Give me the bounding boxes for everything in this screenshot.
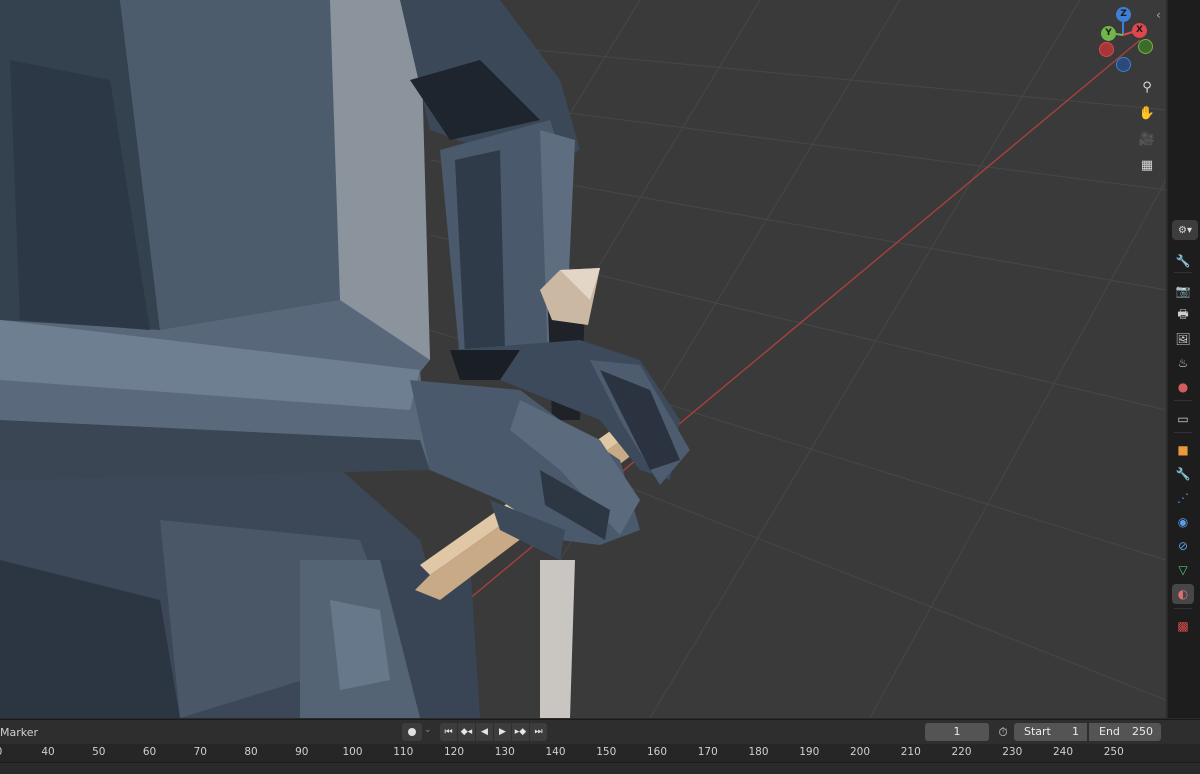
- ruler-tick-190: 190: [799, 746, 820, 758]
- ruler-tick-220: 220: [951, 746, 972, 758]
- timeline-area[interactable]: [0, 763, 1200, 774]
- prev-keyframe-icon[interactable]: ◆◂: [458, 723, 475, 741]
- perspective-grid-icon[interactable]: ▦: [1136, 154, 1158, 176]
- world-tab-icon[interactable]: ●: [1172, 377, 1194, 397]
- play-reverse-icon[interactable]: ◀: [476, 723, 493, 741]
- ruler-tick-200: 200: [849, 746, 871, 758]
- preview-range-icon[interactable]: ⏱: [994, 723, 1012, 741]
- gizmo-neg-z[interactable]: [1116, 57, 1131, 72]
- ruler-tick-40: 40: [41, 746, 55, 758]
- gizmo-neg-x[interactable]: [1099, 42, 1114, 57]
- collection-tab-icon[interactable]: ▭: [1172, 409, 1194, 429]
- start-frame-field[interactable]: Start 1: [1014, 723, 1087, 741]
- ruler-tick-70: 70: [193, 746, 207, 758]
- ruler-tick-80: 80: [244, 746, 258, 758]
- ruler-tick-170: 170: [697, 746, 718, 758]
- ruler-tick-partial: 0: [0, 746, 2, 758]
- gizmo-y-axis[interactable]: Y: [1101, 26, 1116, 41]
- start-label: Start: [1024, 725, 1051, 738]
- jump-start-icon[interactable]: ⏮: [440, 723, 457, 741]
- next-keyframe-icon[interactable]: ▸◆: [512, 723, 529, 741]
- gizmo-neg-y[interactable]: [1138, 39, 1153, 54]
- end-label: End: [1099, 725, 1120, 738]
- render-tab-icon[interactable]: 📷: [1172, 281, 1194, 301]
- start-value: 1: [1072, 725, 1079, 738]
- ruler-tick-240: 240: [1052, 746, 1074, 758]
- hand-pan-icon[interactable]: ✋: [1136, 102, 1158, 124]
- view-layer-tab-icon[interactable]: 🖼: [1172, 329, 1194, 349]
- tab-separator: [1174, 272, 1192, 273]
- ruler-tick-120: 120: [443, 746, 465, 758]
- data-tab-icon[interactable]: ▽: [1172, 560, 1194, 580]
- record-icon: [408, 728, 416, 736]
- ruler-tick-210: 210: [900, 746, 921, 758]
- particles-tab-icon[interactable]: ⋰: [1172, 488, 1194, 508]
- end-value: 250: [1132, 725, 1153, 738]
- auto-keying-button[interactable]: [402, 723, 422, 741]
- tab-separator: [1174, 608, 1192, 609]
- zoom-icon[interactable]: ⚲: [1136, 76, 1158, 98]
- camera-view-icon[interactable]: 🎥: [1136, 128, 1158, 150]
- scene-tab-icon[interactable]: ♨: [1172, 353, 1194, 373]
- tool-tab-icon[interactable]: 🔧: [1172, 251, 1194, 271]
- texture-tab-icon[interactable]: ▩: [1172, 616, 1194, 636]
- gizmo-x-axis[interactable]: X: [1132, 23, 1147, 38]
- end-frame-field[interactable]: End 250: [1089, 723, 1161, 741]
- tab-separator: [1174, 400, 1192, 401]
- material-tab-icon[interactable]: ◐: [1172, 584, 1194, 604]
- sidebar-collapse-icon[interactable]: ‹: [1156, 8, 1161, 22]
- ruler-tick-160: 160: [646, 746, 668, 758]
- 3d-viewport[interactable]: ‹ Z X Y ⚲ ✋ 🎥 ▦: [0, 0, 1166, 718]
- ruler-tick-150: 150: [596, 746, 617, 758]
- scene-render: [0, 0, 1166, 718]
- physics-tab-icon[interactable]: ◉: [1172, 512, 1194, 532]
- editor-type-icon[interactable]: ⚙▾: [1172, 220, 1198, 240]
- object-tab-icon[interactable]: ■: [1172, 440, 1194, 460]
- timeline-ruler[interactable]: 0 40 50 60 70 80 90 100 110 120 130 140 150 160 170 18…: [0, 744, 1200, 763]
- ruler-tick-100: 100: [342, 746, 363, 758]
- play-icon[interactable]: ▶: [494, 723, 511, 741]
- modifiers-tab-icon[interactable]: 🔧: [1172, 464, 1194, 484]
- marker-menu[interactable]: Marker: [0, 726, 38, 739]
- timeline-header: Marker ⌄ ⏮ ◆◂ ◀ ▶ ▸◆ ⏭ 1 ⏱ Start 1 End 2…: [0, 719, 1200, 744]
- output-tab-icon[interactable]: 🖶: [1172, 305, 1194, 325]
- ruler-tick-50: 50: [92, 746, 106, 758]
- ruler-tick-230: 230: [1002, 746, 1023, 758]
- ruler-tick-130: 130: [494, 746, 515, 758]
- ruler-tick-110: 110: [393, 746, 414, 758]
- jump-end-icon[interactable]: ⏭: [530, 723, 547, 741]
- viewport-nav-tools: ⚲ ✋ 🎥 ▦: [1136, 76, 1158, 180]
- playback-controls: ⏮ ◆◂ ◀ ▶ ▸◆ ⏭: [440, 723, 547, 741]
- keying-dropdown-icon[interactable]: ⌄: [424, 725, 432, 735]
- ruler-tick-250: 250: [1103, 746, 1124, 758]
- gizmo-z-axis[interactable]: Z: [1116, 7, 1131, 22]
- constraints-tab-icon[interactable]: ⊘: [1172, 536, 1194, 556]
- ruler-tick-140: 140: [545, 746, 566, 758]
- ruler-tick-90: 90: [295, 746, 309, 758]
- navigation-gizmo[interactable]: Z X Y: [1090, 6, 1156, 72]
- ruler-tick-60: 60: [142, 746, 157, 758]
- ruler-tick-180: 180: [748, 746, 769, 758]
- tab-separator: [1174, 432, 1192, 433]
- current-frame-field[interactable]: 1: [925, 723, 989, 741]
